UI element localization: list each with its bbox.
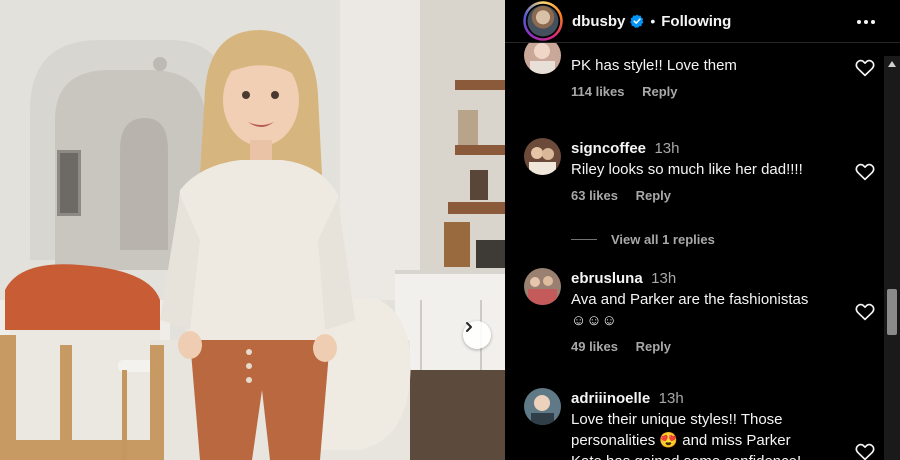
photo-scene	[0, 0, 505, 460]
comment-text-line3: Kate has gained some confidence!	[571, 451, 841, 460]
scroll-up-arrow-icon[interactable]	[888, 61, 896, 67]
comment-text: Love their unique styles!! Those	[571, 411, 783, 428]
commenter-avatar[interactable]	[524, 138, 561, 175]
comment-text: Riley looks so much like her dad!!!!	[571, 161, 803, 178]
heart-outline-icon[interactable]	[855, 303, 875, 321]
more-horizontal-icon[interactable]	[856, 12, 876, 32]
post-photo	[0, 0, 505, 460]
comment-username[interactable]: adriiinoelle	[571, 390, 650, 407]
comments-list: PK has style!! Love them 114 likes Reply…	[505, 43, 900, 460]
comment-username[interactable]: ebrusluna	[571, 270, 643, 287]
comment-likes[interactable]: 49 likes	[571, 339, 618, 354]
heart-outline-icon[interactable]	[855, 59, 875, 77]
comment-text-line2: ☺☺☺	[571, 312, 617, 329]
view-replies-button[interactable]: View all 1 replies	[571, 232, 715, 247]
follow-button[interactable]: Following	[661, 13, 731, 30]
author-username[interactable]: dbusby	[572, 13, 625, 30]
comment-time: 13h	[654, 140, 680, 157]
post-sidebar: dbusby • Following PK has style!! Love t…	[505, 0, 900, 460]
heart-outline-icon[interactable]	[855, 443, 875, 460]
comment-time: 13h	[658, 390, 684, 407]
comment-username[interactable]: signcoffee	[571, 140, 646, 157]
verified-badge-icon	[630, 14, 644, 28]
chevron-right-icon	[466, 322, 472, 332]
comment-text: PK has style!! Love them	[571, 57, 737, 74]
comment-text: Ava and Parker are the fashionistas	[571, 291, 809, 308]
commenter-avatar[interactable]	[524, 388, 561, 425]
carousel-next-button[interactable]	[463, 321, 491, 349]
comment-likes[interactable]: 63 likes	[571, 188, 618, 203]
comment-reply-button[interactable]: Reply	[642, 84, 677, 99]
comments-scrollbar[interactable]	[884, 56, 900, 460]
post-header: dbusby • Following	[505, 0, 900, 43]
heart-outline-icon[interactable]	[855, 163, 875, 181]
author-avatar[interactable]	[523, 1, 563, 41]
header-separator: •	[650, 13, 656, 29]
view-replies-label: View all 1 replies	[611, 232, 715, 247]
comment-likes[interactable]: 114 likes	[571, 84, 625, 99]
comment-reply-button[interactable]: Reply	[636, 339, 671, 354]
commenter-avatar[interactable]	[524, 43, 561, 74]
comment-text-line2: personalities 😍 and miss Parker	[571, 432, 791, 449]
comment-time: 13h	[651, 270, 677, 287]
scrollbar-thumb[interactable]	[887, 289, 897, 335]
commenter-avatar[interactable]	[524, 268, 561, 305]
comment-reply-button[interactable]: Reply	[636, 188, 671, 203]
